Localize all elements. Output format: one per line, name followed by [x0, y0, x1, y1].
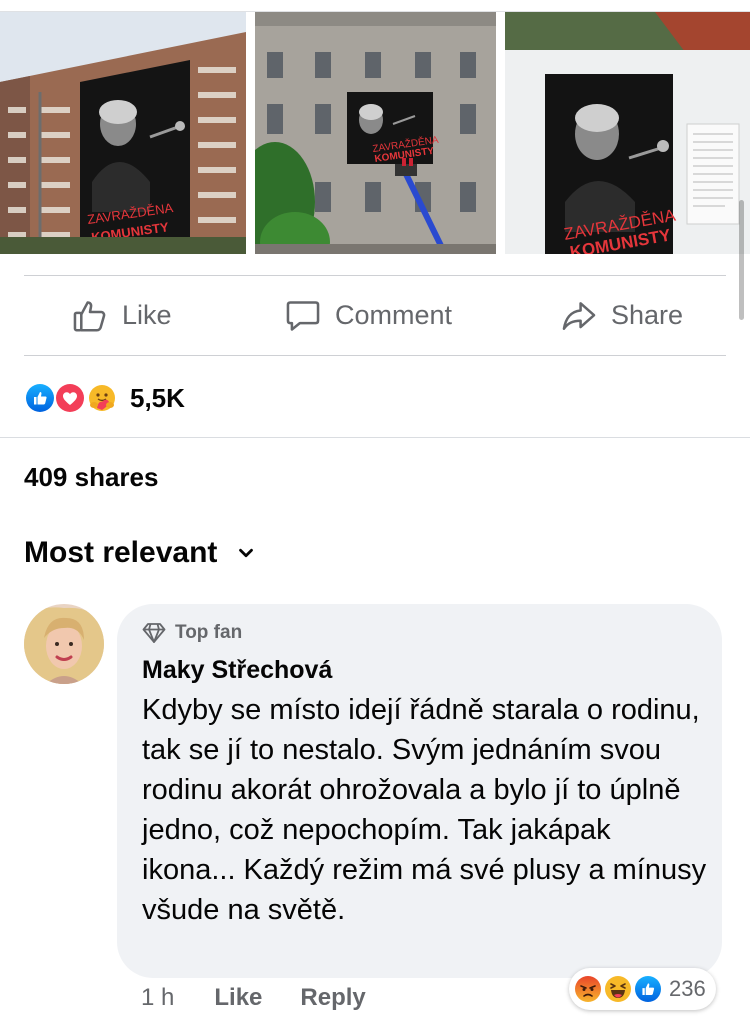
post-photo-1[interactable]: ZAVRAŽDĚNA KOMUNISTY	[0, 12, 246, 254]
comment-like-button[interactable]: Like	[214, 984, 262, 1012]
avatar[interactable]	[24, 604, 104, 684]
reaction-icons	[24, 380, 124, 416]
badge-label: Top fan	[175, 622, 243, 643]
comment-meta: 1 h Like Reply	[141, 984, 366, 1012]
comment-button[interactable]: Comment	[283, 276, 452, 355]
comment-text: Kdyby se místo idejí řádně starala o rod…	[142, 694, 707, 926]
share-button[interactable]: Share	[559, 276, 683, 355]
comment-author[interactable]: Maky Střechová	[142, 656, 332, 685]
sort-label: Most relevant	[24, 536, 218, 569]
post-photo-3[interactable]: ZAVRAŽDĚNA KOMUNISTY	[505, 12, 750, 254]
comment-sort-dropdown[interactable]: Most relevant	[24, 536, 257, 570]
comment-reply-button[interactable]: Reply	[300, 984, 365, 1012]
post-action-bar: Like Comment Share	[24, 276, 726, 355]
haha-reaction-icon	[603, 974, 633, 1004]
reaction-count: 5,5K	[130, 382, 185, 413]
comment-time[interactable]: 1 h	[141, 984, 174, 1012]
scrollbar[interactable]	[739, 200, 744, 320]
care-reaction-icon	[86, 382, 118, 414]
top-fan-badge: Top fan	[142, 622, 242, 644]
photo-3-image: ZAVRAŽDĚNA KOMUNISTY	[505, 12, 750, 254]
photo-1-image: ZAVRAŽDĚNA KOMUNISTY	[0, 12, 246, 254]
post-photo-strip: ZAVRAŽDĚNA KOMUNISTY ZAVRAŽDĚNA KOMUNIST…	[0, 0, 750, 320]
comment-reactions[interactable]: 236	[569, 968, 716, 1010]
photo-2-image: ZAVRAŽDĚNA KOMUNISTY	[255, 12, 496, 254]
comment-bubble-icon	[283, 296, 323, 336]
like-reaction-icon	[633, 974, 663, 1004]
post-photo-2[interactable]: ZAVRAŽDĚNA KOMUNISTY	[255, 12, 496, 254]
like-button[interactable]: Like	[70, 276, 172, 355]
comment-reaction-count: 236	[669, 976, 706, 1001]
like-button-label: Like	[122, 300, 172, 330]
comment-reaction-icons	[573, 971, 673, 1007]
comment-button-label: Comment	[335, 300, 453, 330]
share-arrow-icon	[559, 296, 599, 336]
share-button-label: Share	[611, 300, 684, 330]
reactions-summary[interactable]: 5,5K	[24, 378, 185, 418]
chevron-down-icon	[239, 548, 254, 558]
facebook-post-view: ZAVRAŽDĚNA KOMUNISTY ZAVRAŽDĚNA KOMUNIST…	[0, 0, 750, 1035]
divider	[24, 355, 726, 356]
like-reaction-icon	[24, 382, 56, 414]
comment-bubble[interactable]: Top fan Maky Střechová Kdyby se místo id…	[117, 604, 722, 978]
section-divider	[0, 437, 750, 438]
angry-reaction-icon	[573, 974, 603, 1004]
love-reaction-icon	[54, 382, 86, 414]
thumbs-up-icon	[70, 296, 110, 336]
shares-count[interactable]: 409 shares	[24, 462, 158, 493]
diamond-icon	[142, 623, 166, 643]
